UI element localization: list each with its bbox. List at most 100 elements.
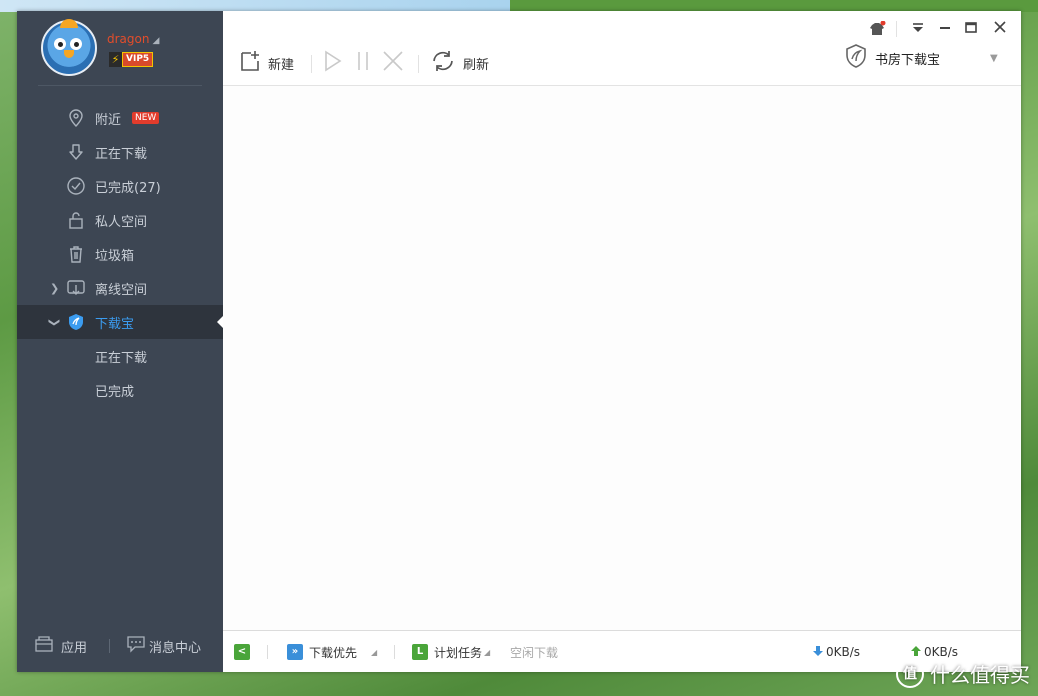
avatar-crest [60, 19, 78, 28]
delete-button[interactable] [382, 50, 404, 76]
chevron-down-icon[interactable]: ❯ [48, 317, 61, 326]
idle-download-label: 空闲下载 [510, 645, 559, 660]
close-icon[interactable] [991, 21, 1009, 37]
avatar-eye-right [70, 38, 82, 50]
chevron-right-icon[interactable]: ❯ [50, 282, 59, 295]
watermark: 值 什么值得买 [896, 659, 1030, 688]
double-chevron-down-icon: » [287, 644, 303, 660]
clock-icon: L [412, 644, 428, 660]
watermark-logo: 值 [896, 659, 924, 688]
refresh-label: 刷新 [463, 57, 490, 73]
download-priority-label: 下载优先 [309, 645, 358, 660]
app-window: dragon ◢ ⚡ VIP5 附近 NEW 正在下载 已完成(27) 私人空间… [17, 11, 1021, 672]
refresh-button[interactable]: 刷新 [430, 50, 489, 76]
username: dragon [107, 32, 150, 46]
collapse-sidebar-button[interactable]: < [234, 643, 250, 661]
new-badge: NEW [132, 112, 160, 124]
scheduled-tasks-label: 计划任务 [434, 645, 483, 660]
new-file-icon [239, 50, 261, 76]
username-menu[interactable]: dragon ◢ [107, 32, 159, 46]
avatar-eye-left [54, 38, 66, 50]
sidebar-subitem-completed[interactable]: 已完成 [17, 373, 223, 407]
footer-divider [109, 639, 110, 653]
task-list-area [223, 86, 1021, 630]
download-arrow-icon [66, 142, 86, 162]
chat-bubble-icon [126, 635, 146, 657]
new-task-label: 新建 [268, 57, 295, 73]
download-priority-button[interactable]: » 下载优先 ◢ [287, 643, 377, 661]
sidebar-item-label: 正在下载 [95, 146, 148, 162]
pause-button[interactable] [356, 50, 370, 76]
upload-speed-value: 0KB/s [924, 645, 959, 659]
toolbar: 新建 刷新 书房下载宝 ▼ [223, 11, 1021, 86]
location-pin-icon [66, 108, 86, 128]
avatar-beak [64, 50, 74, 58]
sidebar-item-label: 附近 [95, 112, 122, 128]
sidebar-item-label: 离线空间 [95, 282, 148, 298]
arrow-down-icon [812, 645, 824, 660]
device-name: 书房下载宝 [875, 52, 941, 68]
download-speed: 0KB/s [812, 643, 860, 661]
sidebar-item-offline-space[interactable]: ❯ 离线空间 [17, 271, 223, 305]
toolbar-divider [311, 55, 312, 73]
sidebar-item-nearby[interactable]: 附近 NEW [17, 101, 223, 135]
apps-label: 应用 [61, 640, 88, 656]
triangle-down-icon: ◢ [152, 36, 160, 46]
sidebar-item-trash[interactable]: 垃圾箱 [17, 237, 223, 271]
sidebar-item-download-box[interactable]: ❯ 下载宝 [17, 305, 224, 339]
start-button[interactable] [323, 50, 343, 76]
message-center-button[interactable]: 消息中心 [126, 635, 201, 657]
sidebar-item-label: 私人空间 [95, 214, 148, 230]
arrow-up-icon [910, 645, 922, 660]
vip-badge[interactable]: ⚡ VIP5 [109, 52, 154, 67]
sidebar-item-label: 下载宝 [95, 316, 135, 332]
shield-icon [66, 312, 86, 332]
pause-icon [356, 50, 370, 76]
scheduled-tasks-button[interactable]: L 计划任务 ◢ [412, 643, 490, 661]
sidebar-footer: 应用 消息中心 [17, 634, 223, 658]
watermark-text: 什么值得买 [930, 663, 1030, 687]
status-divider [394, 645, 395, 659]
sidebar-subitem-downloading[interactable]: 正在下载 [17, 339, 223, 373]
close-x-icon [382, 50, 404, 76]
idle-download-toggle[interactable]: 空闲下载 [510, 643, 558, 661]
sidebar-item-completed[interactable]: 已完成(27) [17, 169, 223, 203]
sidebar-subitem-label: 正在下载 [95, 350, 148, 366]
cloud-download-icon [66, 278, 86, 298]
message-center-label: 消息中心 [149, 640, 202, 656]
new-task-button[interactable]: 新建 [239, 50, 294, 76]
check-circle-icon [66, 176, 86, 196]
trash-icon [66, 244, 86, 264]
bolt-icon: ⚡ [109, 52, 122, 67]
toolbar-divider [418, 55, 419, 73]
device-dropdown-icon[interactable]: ▼ [990, 53, 998, 64]
profile-area: dragon ◢ ⚡ VIP5 [38, 11, 202, 86]
chevron-left-icon: < [234, 644, 250, 660]
skin-button[interactable] [868, 20, 886, 37]
download-box-logo-icon [843, 43, 869, 73]
sidebar-item-label: 垃圾箱 [95, 248, 135, 264]
maximize-icon[interactable] [962, 21, 980, 37]
minimize-icon[interactable] [936, 21, 954, 37]
play-icon [323, 50, 343, 76]
sidebar-nav: 附近 NEW 正在下载 已完成(27) 私人空间 垃圾箱 ❯ 离线空间 ❯ 下载… [17, 101, 224, 407]
sidebar-item-downloading[interactable]: 正在下载 [17, 135, 223, 169]
title-divider [896, 21, 897, 37]
apps-button[interactable]: 应用 [35, 636, 87, 656]
menu-dropdown-icon[interactable] [909, 21, 927, 37]
download-speed-value: 0KB/s [826, 645, 861, 659]
lock-icon [66, 210, 86, 230]
sidebar-subitem-label: 已完成 [95, 384, 135, 400]
main-panel: 新建 刷新 书房下载宝 ▼ < » 下载优先 ◢ L 计划任务 ◢ 空闲下载 0… [223, 11, 1021, 672]
triangle-down-icon: ◢ [371, 647, 378, 657]
refresh-icon [430, 49, 456, 77]
apps-icon [35, 636, 53, 656]
sidebar: dragon ◢ ⚡ VIP5 附近 NEW 正在下载 已完成(27) 私人空间… [17, 11, 224, 672]
sidebar-item-label: 已完成(27) [95, 180, 161, 196]
device-selector[interactable]: 书房下载宝 [843, 43, 941, 73]
status-divider [267, 645, 268, 659]
vip-level: VIP5 [122, 52, 154, 67]
avatar[interactable] [41, 19, 97, 76]
sidebar-item-private-space[interactable]: 私人空间 [17, 203, 223, 237]
triangle-down-icon: ◢ [484, 647, 491, 657]
